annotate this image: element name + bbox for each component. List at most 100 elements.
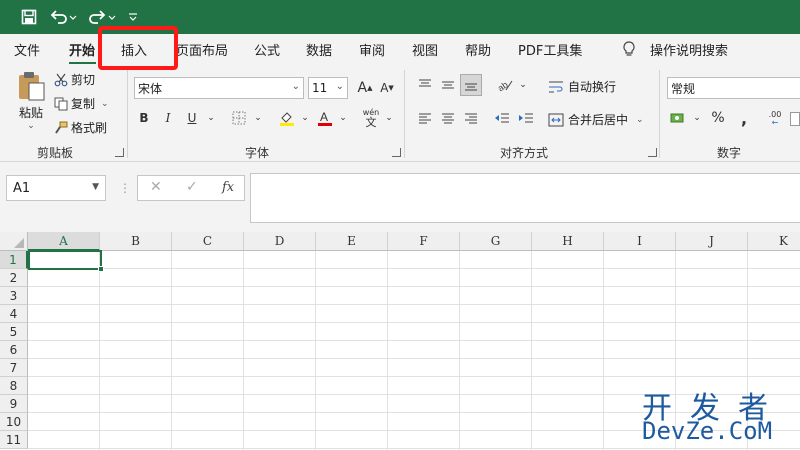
row-header-9[interactable]: 9 — [0, 395, 28, 413]
formula-input[interactable] — [250, 173, 800, 223]
copy-button[interactable]: 复制 ⌄ — [54, 95, 109, 112]
fill-handle[interactable] — [98, 266, 104, 272]
column-header-k[interactable]: K — [748, 232, 800, 251]
tab-help[interactable]: 帮助 — [465, 40, 491, 59]
insert-function-button[interactable]: fx — [222, 180, 234, 195]
row-header-2[interactable]: 2 — [0, 269, 28, 287]
row-header-10[interactable]: 10 — [0, 413, 28, 431]
number-format-select[interactable]: 常规 — [667, 77, 800, 99]
grid-column-line — [603, 251, 604, 450]
row-header-6[interactable]: 6 — [0, 341, 28, 359]
column-header-g[interactable]: G — [460, 232, 532, 251]
increase-indent-icon[interactable] — [515, 107, 537, 129]
select-all-corner[interactable] — [0, 232, 28, 251]
wrap-text-icon — [548, 80, 564, 94]
align-center-icon[interactable] — [437, 107, 459, 129]
merge-center-button[interactable]: 合并后居中 ⌄ — [548, 111, 644, 128]
bold-button[interactable]: B — [133, 107, 155, 129]
row-header-3[interactable]: 3 — [0, 287, 28, 305]
row-header-4[interactable]: 4 — [0, 305, 28, 323]
scissors-icon — [54, 73, 68, 87]
decrease-indent-icon[interactable] — [491, 107, 513, 129]
clipboard-launcher-icon[interactable] — [115, 148, 124, 157]
tell-me-search[interactable]: 操作说明搜索 — [650, 40, 728, 59]
chevron-down-icon: ⌄ — [291, 81, 300, 92]
row-header-11[interactable]: 11 — [0, 431, 28, 449]
orientation-dropdown-icon[interactable]: ⌄ — [512, 74, 534, 96]
cut-button[interactable]: 剪切 — [54, 71, 95, 88]
column-header-f[interactable]: F — [388, 232, 460, 251]
merge-dropdown-icon[interactable]: ⌄ — [636, 115, 644, 125]
column-header-e[interactable]: E — [316, 232, 388, 251]
wrap-text-button[interactable]: 自动换行 — [548, 78, 616, 95]
currency-dropdown-icon[interactable]: ⌄ — [686, 107, 708, 129]
row-header-5[interactable]: 5 — [0, 323, 28, 341]
align-left-icon[interactable] — [414, 107, 436, 129]
arrow-left-icon: ← — [771, 118, 779, 127]
format-painter-icon — [54, 121, 68, 135]
save-icon[interactable] — [18, 6, 40, 28]
column-header-j[interactable]: J — [676, 232, 748, 251]
align-middle-icon[interactable] — [437, 74, 459, 96]
align-top-icon[interactable] — [414, 74, 436, 96]
phonetic-dropdown-icon[interactable]: ⌄ — [378, 107, 400, 129]
cut-label: 剪切 — [71, 73, 96, 87]
format-painter-button[interactable]: 格式刷 — [54, 119, 107, 136]
active-cell-a1[interactable] — [28, 250, 102, 270]
name-box[interactable]: A1 ▼ — [6, 175, 106, 201]
redo-icon[interactable] — [86, 6, 118, 28]
tab-file[interactable]: 文件 — [14, 40, 40, 59]
comma-button[interactable]: , — [733, 107, 755, 129]
fill-color-dropdown-icon[interactable]: ⌄ — [294, 107, 316, 129]
font-group-label: 字体 — [245, 146, 270, 160]
row-header-7[interactable]: 7 — [0, 359, 28, 377]
increase-font-size-icon[interactable]: A ▲ — [354, 77, 376, 99]
row-header-8[interactable]: 8 — [0, 377, 28, 395]
tab-pdf-tools[interactable]: PDF工具集 — [518, 40, 582, 59]
svg-text:ab: ab — [497, 79, 510, 92]
tab-review[interactable]: 审阅 — [359, 40, 385, 59]
align-bottom-icon[interactable] — [460, 74, 482, 96]
italic-button[interactable]: I — [157, 107, 179, 129]
font-family-value: 宋体 — [138, 81, 163, 96]
column-header-a[interactable]: A — [28, 232, 100, 251]
tab-formulas[interactable]: 公式 — [254, 40, 280, 59]
grid-column-line — [387, 251, 388, 450]
font-launcher-icon[interactable] — [392, 148, 401, 157]
row-header-1[interactable]: 1 — [0, 251, 28, 269]
tab-home[interactable]: 开始 — [69, 40, 95, 59]
undo-icon[interactable] — [48, 6, 78, 28]
customize-icon[interactable] — [126, 6, 140, 28]
column-header-i[interactable]: I — [604, 232, 676, 251]
divider — [127, 70, 128, 158]
font-color-dropdown-icon[interactable]: ⌄ — [332, 107, 354, 129]
paste-button[interactable]: 粘贴 ⌄ — [14, 70, 48, 134]
font-family-select[interactable]: 宋体 ⌄ — [134, 77, 304, 99]
cancel-icon[interactable]: ✕ — [150, 179, 162, 195]
tab-view[interactable]: 视图 — [412, 40, 438, 59]
font-size-select[interactable]: 11 ⌄ — [308, 77, 348, 99]
paste-dropdown-icon[interactable]: ⌄ — [27, 121, 35, 131]
tab-page-layout[interactable]: 页面布局 — [176, 40, 228, 59]
increase-decimal-button[interactable]: .00 ← — [762, 106, 788, 132]
copy-icon — [54, 97, 68, 111]
more-options-icon[interactable]: ⋮ — [119, 181, 131, 195]
underline-dropdown-icon[interactable]: ⌄ — [200, 107, 222, 129]
alignment-launcher-icon[interactable] — [648, 148, 657, 157]
tab-data[interactable]: 数据 — [306, 40, 332, 59]
merge-center-label: 合并后居中 — [568, 113, 629, 127]
highlight-box — [98, 26, 178, 70]
divider — [404, 70, 405, 158]
column-header-c[interactable]: C — [172, 232, 244, 251]
borders-dropdown-icon[interactable]: ⌄ — [247, 107, 269, 129]
percent-button[interactable]: % — [707, 107, 729, 129]
decrease-font-size-icon[interactable]: A ▼ — [376, 77, 398, 99]
grid-column-line — [315, 251, 316, 450]
copy-dropdown-icon[interactable]: ⌄ — [101, 99, 109, 109]
enter-icon[interactable]: ✓ — [186, 179, 198, 195]
align-right-icon[interactable] — [460, 107, 482, 129]
column-header-h[interactable]: H — [532, 232, 604, 251]
decrease-decimal-icon[interactable] — [790, 112, 800, 126]
column-header-d[interactable]: D — [244, 232, 316, 251]
column-header-b[interactable]: B — [100, 232, 172, 251]
